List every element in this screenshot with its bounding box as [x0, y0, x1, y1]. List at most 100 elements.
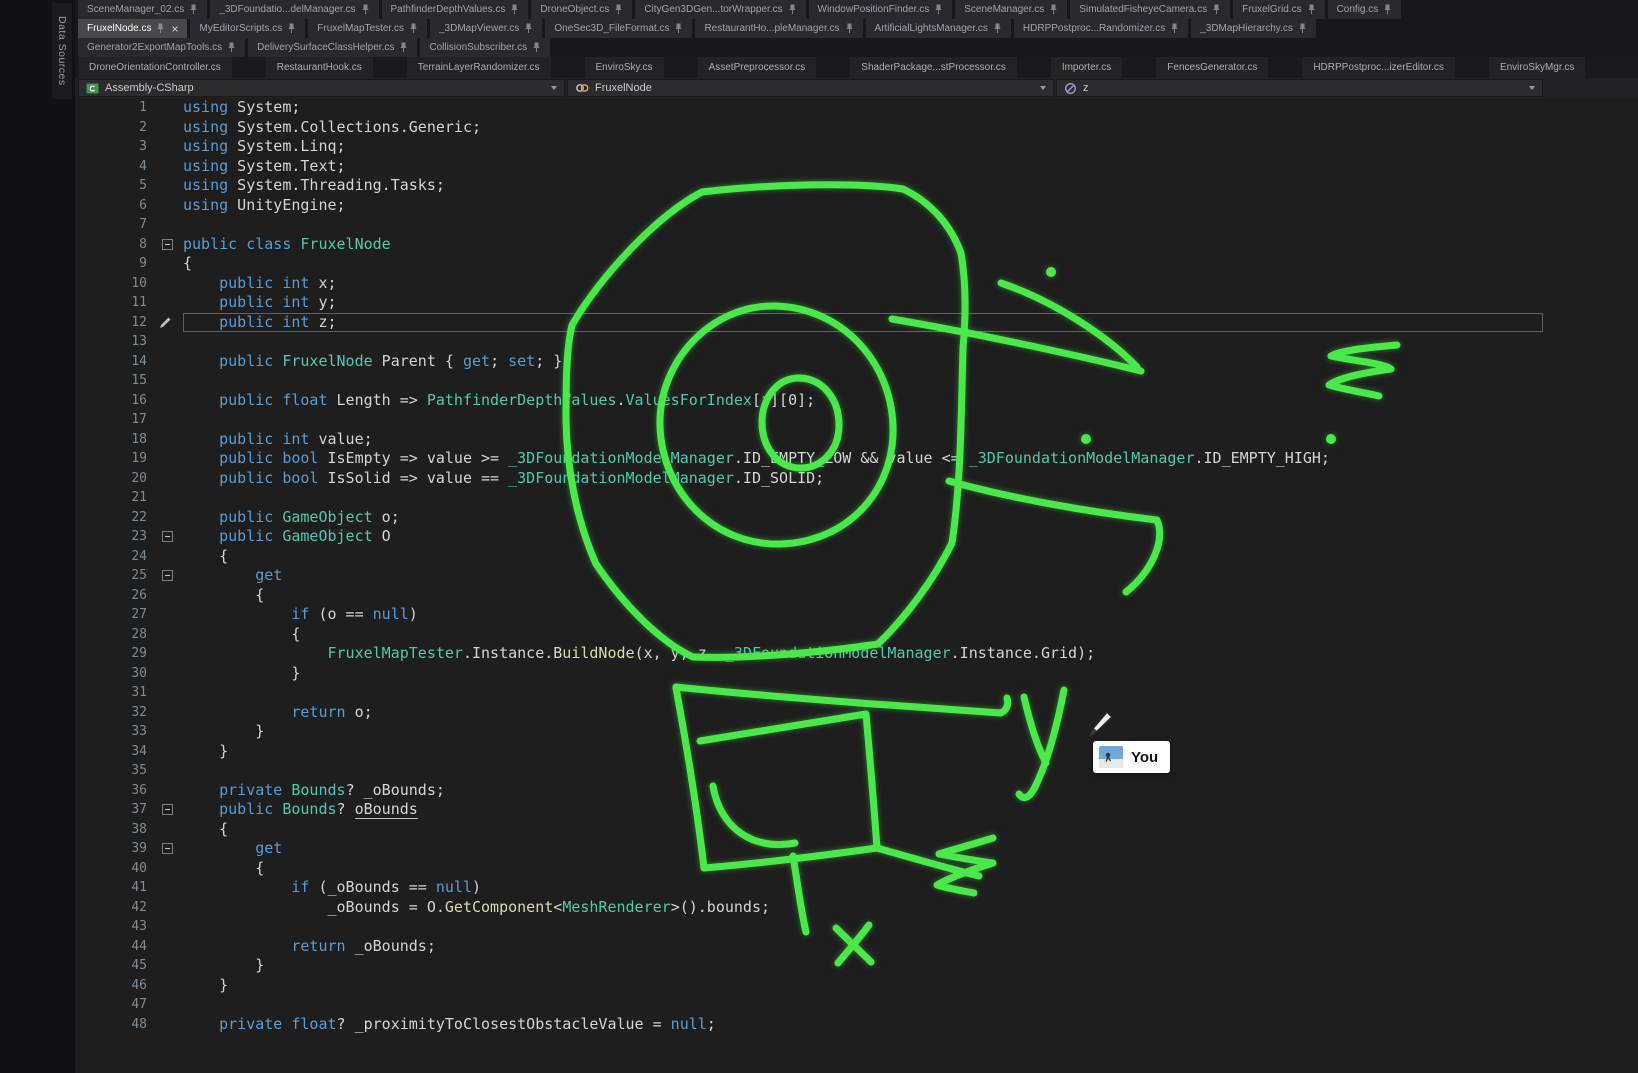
tab-artificiallightsmanager-cs[interactable]: ArtificialLightsManager.cs [866, 19, 1011, 38]
code-line-47[interactable]: 47 [75, 995, 1638, 1015]
tab-envirosky-cs[interactable]: EnviroSky.cs [585, 57, 664, 78]
code-line-37[interactable]: 37 public Bounds? oBounds [75, 800, 1638, 820]
pin-icon[interactable] [1212, 4, 1221, 15]
pin-icon[interactable] [1298, 23, 1307, 34]
code-line-22[interactable]: 22 public GameObject o; [75, 508, 1638, 528]
type-dropdown[interactable]: FruxelNode [567, 79, 1054, 97]
tab-fruxelgrid-cs[interactable]: FruxelGrid.cs [1233, 0, 1324, 19]
tab-3dmaphierarchy-cs[interactable]: _3DMapHierarchy.cs [1191, 19, 1316, 38]
code-line-8[interactable]: 8public class FruxelNode [75, 235, 1638, 255]
pin-icon[interactable] [510, 4, 519, 15]
code-line-42[interactable]: 42 _oBounds = O.GetComponent<MeshRendere… [75, 898, 1638, 918]
tab-config-cs[interactable]: Config.cs [1328, 0, 1402, 19]
code-line-16[interactable]: 16 public float Length => PathfinderDept… [75, 391, 1638, 411]
code-line-24[interactable]: 24 { [75, 547, 1638, 567]
tab-enviroskymgr-cs[interactable]: EnviroSkyMgr.cs [1489, 57, 1585, 78]
code-line-45[interactable]: 45 } [75, 956, 1638, 976]
fold-collapse-icon[interactable] [162, 843, 173, 854]
code-line-18[interactable]: 18 public int value; [75, 430, 1638, 450]
code-line-17[interactable]: 17 [75, 410, 1638, 430]
code-line-34[interactable]: 34 } [75, 742, 1638, 762]
pin-icon[interactable] [409, 23, 418, 34]
code-line-26[interactable]: 26 { [75, 586, 1638, 606]
pin-icon[interactable] [287, 23, 296, 34]
pin-icon[interactable] [532, 42, 541, 53]
code-line-4[interactable]: 4using System.Text; [75, 157, 1638, 177]
pin-icon[interactable] [934, 4, 943, 15]
code-line-38[interactable]: 38 { [75, 820, 1638, 840]
tab-generator2exportmaptools-cs[interactable]: Generator2ExportMapTools.cs [78, 38, 245, 57]
tab-onesec3d-fileformat-cs[interactable]: OneSec3D_FileFormat.cs [545, 19, 692, 38]
code-line-23[interactable]: 23 public GameObject O [75, 527, 1638, 547]
tab-simulatedfisheyecamera-cs[interactable]: SimulatedFisheyeCamera.cs [1070, 0, 1230, 19]
code-line-33[interactable]: 33 } [75, 722, 1638, 742]
pin-icon[interactable] [227, 42, 236, 53]
pin-icon[interactable] [1307, 4, 1316, 15]
code-line-9[interactable]: 9{ [75, 254, 1638, 274]
code-line-39[interactable]: 39 get [75, 839, 1638, 859]
tab-windowpositionfinder-cs[interactable]: WindowPositionFinder.cs [809, 0, 953, 19]
code-line-7[interactable]: 7 [75, 215, 1638, 235]
code-line-41[interactable]: 41 if (_oBounds == null) [75, 878, 1638, 898]
pin-icon[interactable] [156, 23, 165, 34]
code-line-10[interactable]: 10 public int x; [75, 274, 1638, 294]
pin-icon[interactable] [788, 4, 797, 15]
tab-3dfoundatio-delmanager-cs[interactable]: _3DFoundatio...delManager.cs [210, 0, 378, 19]
tab-scenemanager-02-cs[interactable]: SceneManager_02.cs [78, 0, 207, 19]
code-line-15[interactable]: 15 [75, 371, 1638, 391]
pin-icon[interactable] [399, 42, 408, 53]
tab-restaurantho-plemanager-cs[interactable]: RestaurantHo...pleManager.cs [695, 19, 862, 38]
tab-myeditorscripts-cs[interactable]: MyEditorScripts.cs [190, 19, 305, 38]
code-line-28[interactable]: 28 { [75, 625, 1638, 645]
tab-citygen3dgen-torwrapper-cs[interactable]: CityGen3DGen...torWrapper.cs [635, 0, 805, 19]
code-line-2[interactable]: 2using System.Collections.Generic; [75, 118, 1638, 138]
code-line-32[interactable]: 32 return o; [75, 703, 1638, 723]
tab-assetpreprocessor-cs[interactable]: AssetPreprocessor.cs [698, 57, 817, 78]
member-dropdown[interactable]: z [1056, 79, 1543, 97]
code-line-43[interactable]: 43 [75, 917, 1638, 937]
code-line-44[interactable]: 44 return _oBounds; [75, 937, 1638, 957]
code-line-3[interactable]: 3using System.Linq; [75, 137, 1638, 157]
tab-hdrppostproc-randomizer-cs[interactable]: HDRPPostproc...Randomizer.cs [1014, 19, 1188, 38]
close-icon[interactable]: × [171, 24, 178, 34]
data-sources-tab[interactable]: Data Sources [52, 3, 72, 99]
pin-icon[interactable] [361, 4, 370, 15]
code-line-21[interactable]: 21 [75, 488, 1638, 508]
code-line-1[interactable]: 1using System; [75, 98, 1638, 118]
code-line-25[interactable]: 25 get [75, 566, 1638, 586]
tab-scenemanager-cs[interactable]: SceneManager.cs [955, 0, 1067, 19]
tab-fruxelmaptester-cs[interactable]: FruxelMapTester.cs [308, 19, 427, 38]
pin-icon[interactable] [1383, 4, 1392, 15]
pin-icon[interactable] [674, 23, 683, 34]
tab-fruxelnode-cs[interactable]: FruxelNode.cs× [78, 19, 187, 38]
pin-icon[interactable] [524, 23, 533, 34]
pin-icon[interactable] [1170, 23, 1179, 34]
code-line-20[interactable]: 20 public bool IsSolid => value == _3DFo… [75, 469, 1638, 489]
tab-fencesgenerator-cs[interactable]: FencesGenerator.cs [1156, 57, 1268, 78]
pin-icon[interactable] [845, 23, 854, 34]
tab-hdrppostproc-izereditor-cs[interactable]: HDRPPostproc...izerEditor.cs [1302, 57, 1455, 78]
code-line-35[interactable]: 35 [75, 761, 1638, 781]
pin-icon[interactable] [189, 4, 198, 15]
code-line-12[interactable]: 12 public int z; [75, 313, 1638, 333]
code-line-36[interactable]: 36 private Bounds? _oBounds; [75, 781, 1638, 801]
tab-droneobject-cs[interactable]: DroneObject.cs [531, 0, 632, 19]
code-line-19[interactable]: 19 public bool IsEmpty => value >= _3DFo… [75, 449, 1638, 469]
tab-deliverysurfaceclasshelper-cs[interactable]: DeliverySurfaceClassHelper.cs [248, 38, 417, 57]
tab-restauranthook-cs[interactable]: RestaurantHook.cs [266, 57, 373, 78]
pin-icon[interactable] [1049, 4, 1058, 15]
tab-terrainlayerrandomizer-cs[interactable]: TerrainLayerRandomizer.cs [407, 57, 551, 78]
tab-shaderpackage-stprocessor-cs[interactable]: ShaderPackage...stProcessor.cs [850, 57, 1017, 78]
fold-collapse-icon[interactable] [162, 804, 173, 815]
tab-3dmapviewer-cs[interactable]: _3DMapViewer.cs [430, 19, 542, 38]
code-line-13[interactable]: 13 [75, 332, 1638, 352]
code-line-29[interactable]: 29 FruxelMapTester.Instance.BuildNode(x,… [75, 644, 1638, 664]
tab-pathfinderdepthvalues-cs[interactable]: PathfinderDepthValues.cs [382, 0, 529, 19]
code-line-48[interactable]: 48 private float? _proximityToClosestObs… [75, 1015, 1638, 1035]
fold-collapse-icon[interactable] [162, 570, 173, 581]
pin-icon[interactable] [614, 4, 623, 15]
code-editor[interactable]: 1using System;2using System.Collections.… [75, 98, 1638, 1073]
code-line-46[interactable]: 46 } [75, 976, 1638, 996]
code-line-40[interactable]: 40 { [75, 859, 1638, 879]
code-line-14[interactable]: 14 public FruxelNode Parent { get; set; … [75, 352, 1638, 372]
